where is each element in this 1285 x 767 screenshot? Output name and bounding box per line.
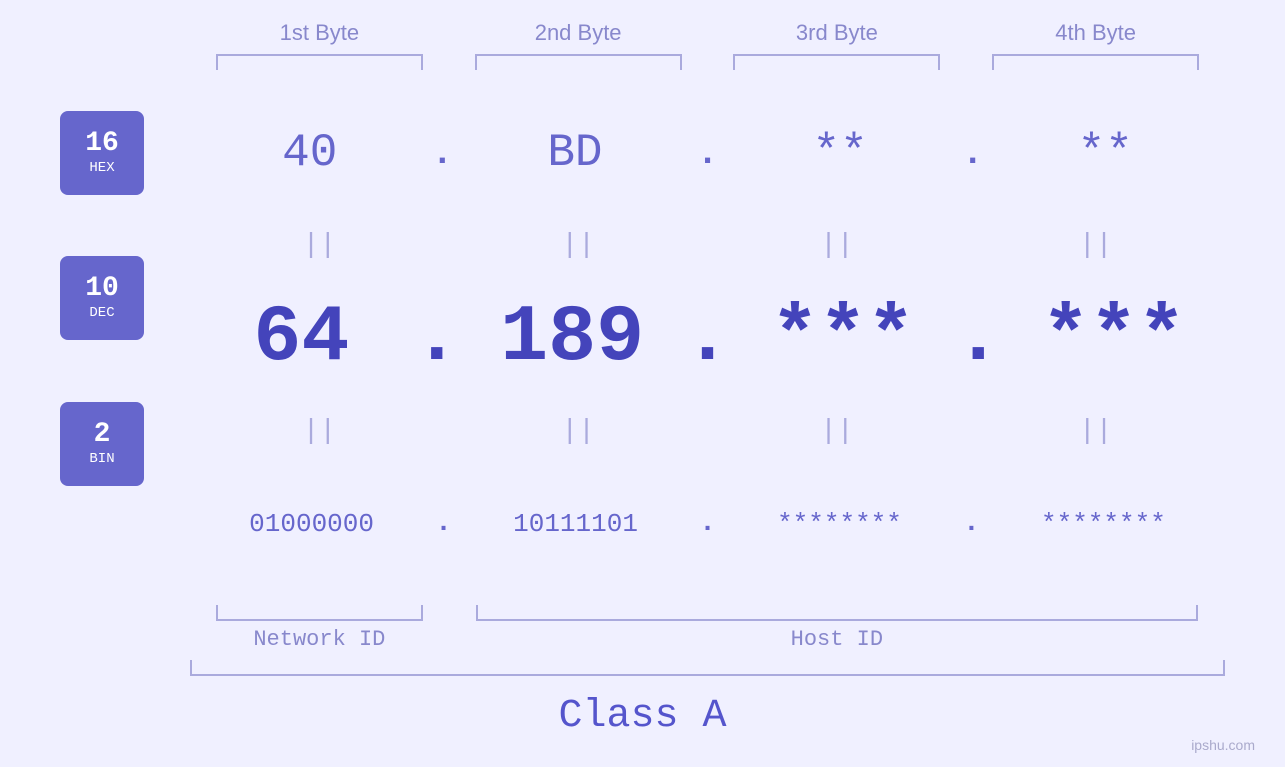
bin-cell-1: 01000000: [190, 509, 433, 539]
bin-dot-3: .: [963, 508, 980, 539]
dot-1: .: [432, 133, 454, 174]
hex-cell-2: BD: [455, 127, 695, 179]
eq-2-1: ||: [190, 412, 449, 451]
dot-2: .: [697, 133, 719, 174]
hex-cell-1: 40: [190, 127, 430, 179]
eq-2-2: ||: [449, 412, 708, 451]
bin-value-3: ********: [777, 509, 902, 539]
dec-cell-4: ***: [1002, 293, 1225, 384]
bin-row: 01000000 . 10111101 . ******** . *******…: [190, 451, 1225, 597]
byte-header-2: 2nd Byte: [449, 20, 708, 46]
equals-row-2: || || || ||: [190, 412, 1225, 451]
class-row: Class A: [60, 686, 1225, 747]
dec-dot-3: .: [954, 293, 1002, 384]
dec-cell-2: 189: [461, 293, 684, 384]
top-bracket-4: [966, 54, 1225, 70]
dec-value-3: ***: [771, 293, 915, 384]
dec-badge-label: DEC: [89, 305, 114, 321]
bottom-brackets: [190, 605, 1225, 621]
top-bracket-3: [708, 54, 967, 70]
top-brackets: [190, 54, 1225, 70]
hex-badge: 16 HEX: [60, 111, 144, 195]
eq-1-4: ||: [966, 226, 1225, 265]
host-bracket: [449, 605, 1225, 621]
badges-column: 16 HEX 10 DEC 2 BIN: [60, 80, 190, 597]
hex-cell-4: **: [985, 127, 1225, 179]
dot-3: .: [962, 133, 984, 174]
bin-value-2: 10111101: [513, 509, 638, 539]
bin-value-4: ********: [1041, 509, 1166, 539]
bottom-section: Network ID Host ID Class A: [60, 605, 1225, 747]
network-bracket: [190, 605, 449, 621]
bin-value-1: 01000000: [249, 509, 374, 539]
dec-value-4: ***: [1042, 293, 1186, 384]
top-bracket-2: [449, 54, 708, 70]
byte-headers-row: 1st Byte 2nd Byte 3rd Byte 4th Byte: [190, 20, 1225, 46]
eq-2-3: ||: [708, 412, 967, 451]
bin-dot-1: .: [435, 508, 452, 539]
dec-dot-2: .: [683, 293, 731, 384]
eq-1-2: ||: [449, 226, 708, 265]
eq-1-3: ||: [708, 226, 967, 265]
data-area: 40 . BD . ** . ** || ||: [190, 80, 1225, 597]
hex-row: 40 . BD . ** . **: [190, 80, 1225, 226]
network-id-label: Network ID: [190, 627, 449, 652]
eq-2-4: ||: [966, 412, 1225, 451]
dec-row: 64 . 189 . *** . ***: [190, 265, 1225, 411]
hex-value-2: BD: [547, 127, 602, 179]
bin-badge-label: BIN: [89, 451, 114, 467]
full-bottom-bracket: [190, 660, 1225, 676]
byte-header-4: 4th Byte: [966, 20, 1225, 46]
bin-cell-3: ********: [718, 509, 961, 539]
id-labels-row: Network ID Host ID: [190, 627, 1225, 652]
bin-dot-2: .: [699, 508, 716, 539]
hex-badge-label: HEX: [89, 160, 114, 176]
dec-value-1: 64: [253, 293, 349, 384]
hex-value-4: **: [1078, 127, 1133, 179]
byte-header-3: 3rd Byte: [708, 20, 967, 46]
eq-1-1: ||: [190, 226, 449, 265]
bin-cell-2: 10111101: [454, 509, 697, 539]
hex-value-3: **: [812, 127, 867, 179]
bin-badge: 2 BIN: [60, 402, 144, 486]
top-bracket-1: [190, 54, 449, 70]
dec-cell-1: 64: [190, 293, 413, 384]
main-area: 16 HEX 10 DEC 2 BIN 40 . BD: [60, 80, 1225, 597]
watermark: ipshu.com: [1191, 737, 1255, 753]
hex-badge-number: 16: [85, 130, 119, 158]
hex-cell-3: **: [720, 127, 960, 179]
dec-badge: 10 DEC: [60, 256, 144, 340]
class-label: Class A: [558, 694, 726, 739]
hex-value-1: 40: [282, 127, 337, 179]
host-id-label: Host ID: [449, 627, 1225, 652]
dec-badge-number: 10: [85, 275, 119, 303]
dec-cell-3: ***: [732, 293, 955, 384]
byte-header-1: 1st Byte: [190, 20, 449, 46]
dec-value-2: 189: [500, 293, 644, 384]
equals-row-1: || || || ||: [190, 226, 1225, 265]
dec-dot-1: .: [413, 293, 461, 384]
bin-badge-number: 2: [94, 421, 111, 449]
bin-cell-4: ********: [982, 509, 1225, 539]
